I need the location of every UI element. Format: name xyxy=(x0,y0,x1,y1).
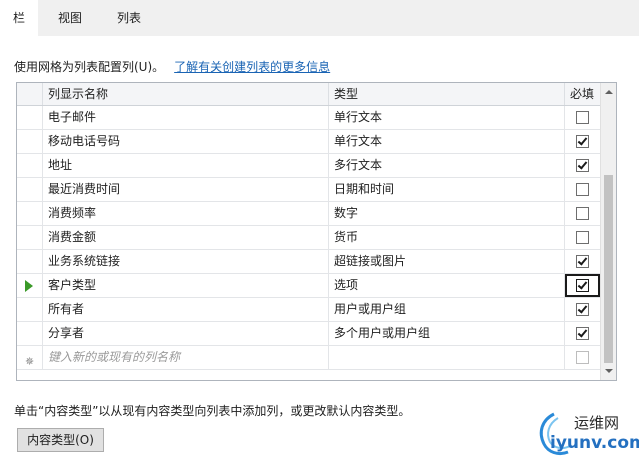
new-column-name-input[interactable]: 键入新的或现有的列名称 xyxy=(43,346,329,369)
watermark-bottom-text: iyunv.com xyxy=(550,433,639,453)
required-cell xyxy=(565,202,600,225)
required-cell xyxy=(565,178,600,201)
required-checkbox[interactable] xyxy=(576,303,589,316)
header-type[interactable]: 类型 xyxy=(329,83,565,105)
row-selector[interactable] xyxy=(17,106,43,129)
content-type-button[interactable]: 内容类型(O) xyxy=(17,428,104,452)
table-row[interactable]: 消费频率 数字 xyxy=(17,202,600,226)
column-name-cell[interactable]: 地址 xyxy=(43,154,329,177)
columns-grid[interactable]: 列显示名称 类型 必填 电子邮件 单行文本 移动电话号码 单行文本 地址 多行文本 最近消费… xyxy=(16,82,617,381)
grid-header: 列显示名称 类型 必填 xyxy=(17,83,600,106)
required-cell xyxy=(565,130,600,153)
column-type-cell[interactable]: 数字 xyxy=(329,202,565,225)
table-row[interactable]: 地址 多行文本 xyxy=(17,154,600,178)
required-checkbox[interactable] xyxy=(576,183,589,196)
vertical-scrollbar[interactable] xyxy=(600,83,616,380)
watermark-logo: 运维网 iyunv.com xyxy=(534,408,639,461)
required-cell xyxy=(565,154,600,177)
required-checkbox[interactable] xyxy=(576,279,589,292)
header-selector xyxy=(17,83,43,105)
tab-views[interactable]: 视图 xyxy=(48,0,92,36)
table-row[interactable]: 移动电话号码 单行文本 xyxy=(17,130,600,154)
row-selector[interactable] xyxy=(17,250,43,273)
column-type-cell[interactable]: 超链接或图片 xyxy=(329,250,565,273)
column-type-cell[interactable]: 单行文本 xyxy=(329,106,565,129)
row-selector[interactable] xyxy=(17,226,43,249)
intro-line: 使用网格为列表配置列(U)。 了解有关创建列表的更多信息 xyxy=(14,58,330,76)
content-type-hint: 单击“内容类型”以从现有内容类型向列表中添加列，或更改默认内容类型。 xyxy=(14,404,411,418)
row-selector[interactable] xyxy=(17,202,43,225)
column-name-cell[interactable]: 消费金额 xyxy=(43,226,329,249)
row-selector: ✵ xyxy=(17,346,43,369)
column-name-cell[interactable]: 客户类型 xyxy=(43,274,329,297)
tab-list[interactable]: 列表 xyxy=(104,0,154,36)
scroll-down-icon[interactable] xyxy=(605,369,613,373)
column-name-cell[interactable]: 消费频率 xyxy=(43,202,329,225)
learn-more-link[interactable]: 了解有关创建列表的更多信息 xyxy=(174,60,330,74)
tab-bar: 栏 视图 列表 xyxy=(0,0,639,36)
required-checkbox[interactable] xyxy=(576,231,589,244)
row-selector[interactable] xyxy=(17,178,43,201)
row-selector[interactable] xyxy=(17,298,43,321)
table-row[interactable]: 电子邮件 单行文本 xyxy=(17,106,600,130)
required-checkbox[interactable] xyxy=(576,255,589,268)
tab-columns[interactable]: 栏 xyxy=(0,0,38,36)
current-row-arrow-icon xyxy=(25,280,33,292)
required-cell xyxy=(565,346,600,369)
column-name-cell[interactable]: 所有者 xyxy=(43,298,329,321)
table-row[interactable]: 客户类型 选项 xyxy=(17,274,600,298)
required-checkbox[interactable] xyxy=(576,135,589,148)
required-checkbox[interactable] xyxy=(576,327,589,340)
new-row-icon: ✵ xyxy=(25,355,35,368)
required-checkbox[interactable] xyxy=(576,159,589,172)
table-row[interactable]: 所有者 用户或用户组 xyxy=(17,298,600,322)
row-selector[interactable] xyxy=(17,274,43,297)
column-type-cell[interactable]: 用户或用户组 xyxy=(329,298,565,321)
column-type-cell[interactable]: 多个用户或用户组 xyxy=(329,322,565,345)
required-cell xyxy=(565,106,600,129)
required-checkbox[interactable] xyxy=(576,207,589,220)
required-cell xyxy=(565,274,600,297)
scrollbar-thumb[interactable] xyxy=(604,175,613,363)
column-name-cell[interactable]: 移动电话号码 xyxy=(43,130,329,153)
row-selector[interactable] xyxy=(17,130,43,153)
grid-rows: 电子邮件 单行文本 移动电话号码 单行文本 地址 多行文本 最近消费时间 日期和时间 消费频率数… xyxy=(17,106,600,370)
row-selector[interactable] xyxy=(17,322,43,345)
scroll-up-icon[interactable] xyxy=(605,90,613,94)
column-name-cell[interactable]: 最近消费时间 xyxy=(43,178,329,201)
row-selector[interactable] xyxy=(17,154,43,177)
column-type-cell[interactable]: 单行文本 xyxy=(329,130,565,153)
required-cell xyxy=(565,226,600,249)
table-row[interactable]: 最近消费时间 日期和时间 xyxy=(17,178,600,202)
required-checkbox[interactable] xyxy=(576,351,589,364)
header-required[interactable]: 必填 xyxy=(565,83,600,105)
required-cell xyxy=(565,298,600,321)
column-type-cell[interactable]: 多行文本 xyxy=(329,154,565,177)
new-column-type-cell[interactable] xyxy=(329,346,565,369)
header-column-name[interactable]: 列显示名称 xyxy=(43,83,329,105)
column-type-cell[interactable]: 日期和时间 xyxy=(329,178,565,201)
required-checkbox[interactable] xyxy=(576,111,589,124)
column-name-cell[interactable]: 业务系统链接 xyxy=(43,250,329,273)
watermark-top-text: 运维网 xyxy=(574,414,620,432)
column-name-cell[interactable]: 分享者 xyxy=(43,322,329,345)
table-row[interactable]: 分享者 多个用户或用户组 xyxy=(17,322,600,346)
table-row[interactable]: 消费金额 货币 xyxy=(17,226,600,250)
intro-text: 使用网格为列表配置列(U)。 xyxy=(14,60,165,74)
new-column-row[interactable]: ✵ 键入新的或现有的列名称 xyxy=(17,346,600,370)
column-type-cell[interactable]: 货币 xyxy=(329,226,565,249)
column-type-cell[interactable]: 选项 xyxy=(329,274,565,297)
column-name-cell[interactable]: 电子邮件 xyxy=(43,106,329,129)
required-cell xyxy=(565,250,600,273)
required-cell xyxy=(565,322,600,345)
table-row[interactable]: 业务系统链接 超链接或图片 xyxy=(17,250,600,274)
